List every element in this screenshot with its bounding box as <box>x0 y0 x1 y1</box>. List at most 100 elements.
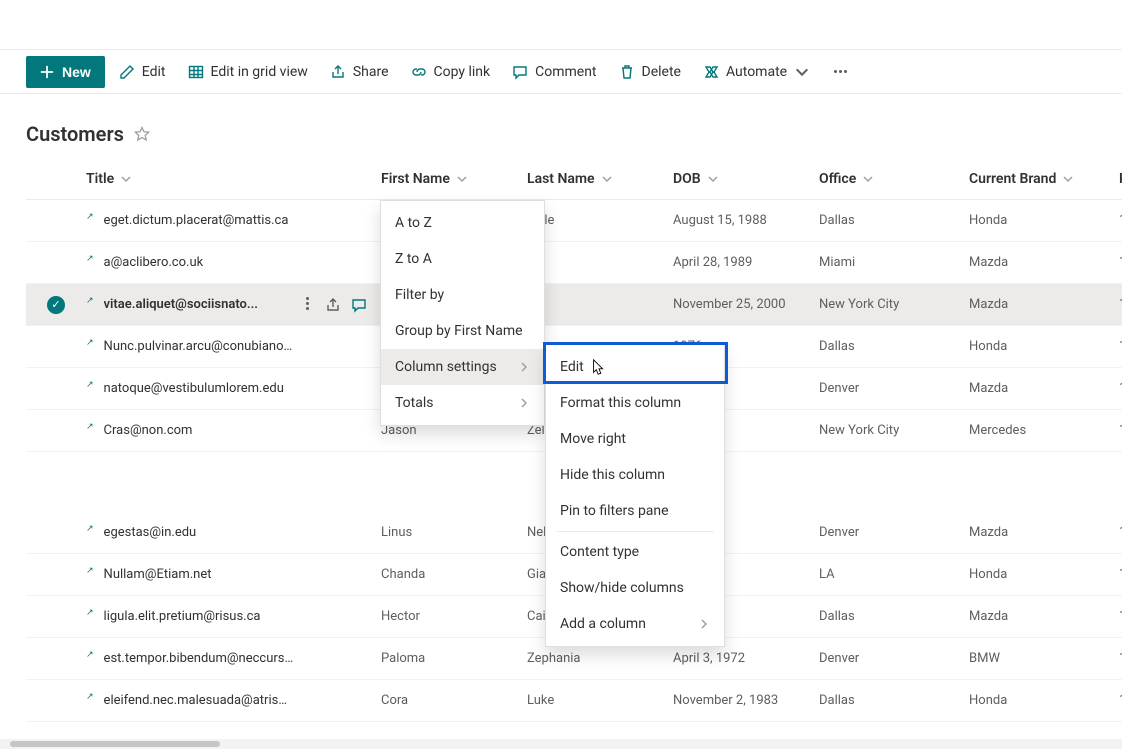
comment-label: Comment <box>535 64 596 80</box>
comment-icon <box>512 64 528 80</box>
title-text: Nunc.pulvinar.arcu@conubianostraper.edu <box>104 339 294 354</box>
menu-totals[interactable]: Totals <box>381 385 544 421</box>
cell-office: Denver <box>819 381 969 396</box>
link-indicator-icon: ↗ <box>86 380 94 390</box>
title-cell[interactable]: ↗est.tempor.bibendum@neccursusa.com <box>86 651 381 666</box>
share-button[interactable]: Share <box>322 56 397 88</box>
cell-office: Denver <box>819 525 969 540</box>
table-row[interactable]: ↗eget.dictum.placerat@mattis.ca belleAugu… <box>26 200 1122 242</box>
share-label: Share <box>353 64 389 80</box>
menu-column-settings[interactable]: Column settings <box>381 349 544 385</box>
title-cell[interactable]: ↗eget.dictum.placerat@mattis.ca <box>86 213 381 228</box>
more-icon[interactable] <box>299 297 315 313</box>
title-cell[interactable]: ↗ ligula.elit.pretium@risus.ca <box>86 609 381 624</box>
title-text: ligula.elit.pretium@risus.ca <box>104 609 261 624</box>
delete-button[interactable]: Delete <box>611 56 689 88</box>
menu-filter-by[interactable]: Filter by <box>381 277 544 313</box>
title-text: eleifend.nec.malesuada@atrisus.ca <box>104 693 294 708</box>
cell-office: New York City <box>819 423 969 438</box>
automate-button[interactable]: Automate <box>695 56 818 88</box>
column-header-brand[interactable]: Current Brand <box>969 163 1119 195</box>
cell-last: ith <box>527 255 673 270</box>
menu-z-to-a[interactable]: Z to A <box>381 241 544 277</box>
title-text: Nullam@Etiam.net <box>104 567 212 582</box>
menu-a-to-z[interactable]: A to Z <box>381 205 544 241</box>
row-selector[interactable]: ✓ <box>26 296 86 314</box>
title-cell[interactable]: ↗eleifend.nec.malesuada@atrisus.ca <box>86 693 381 708</box>
chevron-down-icon <box>120 173 132 185</box>
cell-dob: August 15, 1988 <box>673 213 819 228</box>
edit-button[interactable]: Edit <box>111 56 174 88</box>
column-header-last-name[interactable]: Last Name <box>527 163 673 195</box>
chevron-right-icon <box>518 397 530 409</box>
command-bar: New Edit Edit in grid view Share Copy li… <box>0 50 1122 94</box>
column-header-label: Title <box>86 171 114 187</box>
title-cell[interactable]: ↗Nunc.pulvinar.arcu@conubianostraper.edu <box>86 339 381 354</box>
link-icon <box>411 64 427 80</box>
menu-group-by[interactable]: Group by First Name <box>381 313 544 349</box>
column-header-label: Current Brand <box>969 171 1056 187</box>
cell-first: Hector <box>381 609 527 624</box>
copy-link-button[interactable]: Copy link <box>403 56 499 88</box>
title-cell[interactable]: ↗vitae.aliquet@sociisnato... <box>86 297 381 313</box>
title-cell[interactable]: ↗a@aclibero.co.uk <box>86 255 381 270</box>
list: Title First Name Last Name DOB Office Cu… <box>0 158 1122 722</box>
flow-icon <box>703 64 719 80</box>
table-row[interactable]: ↗eleifend.nec.malesuada@atrisus.caCoraLu… <box>26 680 1122 722</box>
link-indicator-icon: ↗ <box>86 422 94 432</box>
column-header-first-name[interactable]: First Name <box>381 163 527 195</box>
cell-brand: Mazda <box>969 525 1119 540</box>
link-indicator-icon: ↗ <box>86 296 94 306</box>
cell-brand: Honda <box>969 567 1119 582</box>
chevron-down-icon <box>601 173 613 185</box>
ellipsis-icon <box>830 64 851 80</box>
column-header-label: Last Name <box>527 171 595 187</box>
table-row[interactable]: ↗a@aclibero.co.ukithApril 28, 1989MiamiM… <box>26 242 1122 284</box>
share-icon[interactable] <box>325 297 341 313</box>
link-indicator-icon: ↗ <box>86 524 94 534</box>
title-cell[interactable]: ↗natoque@vestibulumlorem.edu <box>86 381 381 396</box>
column-header-office[interactable]: Office <box>819 163 969 195</box>
cell-office: Dallas <box>819 339 969 354</box>
submenu-content-type[interactable]: Content type <box>546 534 724 570</box>
cell-brand: Mazda <box>969 381 1119 396</box>
submenu-format[interactable]: Format this column <box>546 385 724 421</box>
submenu-move-right[interactable]: Move right <box>546 421 724 457</box>
title-cell[interactable]: ↗Nullam@Etiam.net <box>86 567 381 582</box>
new-button-label: New <box>62 64 91 80</box>
submenu-edit[interactable]: Edit <box>546 349 724 385</box>
cell-brand: Mazda <box>969 297 1119 312</box>
link-indicator-icon: ↗ <box>86 608 94 618</box>
column-header-title[interactable]: Title <box>86 163 381 195</box>
cell-brand: Honda <box>969 693 1119 708</box>
comment-icon[interactable] <box>351 297 367 313</box>
submenu-add[interactable]: Add a column <box>546 606 724 642</box>
overflow-button[interactable] <box>824 56 857 88</box>
submenu-hide[interactable]: Hide this column <box>546 457 724 493</box>
submenu-show-hide[interactable]: Show/hide columns <box>546 570 724 606</box>
cell-brand: Mazda <box>969 255 1119 270</box>
cell-dob: November 2, 1983 <box>673 693 819 708</box>
table-row[interactable]: ✓↗vitae.aliquet@sociisnato...ithNovember… <box>26 284 1122 326</box>
cell-last: belle <box>527 213 673 228</box>
cell-dob: April 3, 1972 <box>673 651 819 666</box>
cell-office: Dallas <box>819 609 969 624</box>
title-cell[interactable]: ↗egestas@in.edu <box>86 525 381 540</box>
scrollbar-thumb[interactable] <box>10 741 220 747</box>
horizontal-scrollbar[interactable] <box>0 739 1122 749</box>
cell-last: Zephania <box>527 651 673 666</box>
column-header-label: DOB <box>673 171 701 187</box>
star-icon[interactable] <box>134 126 150 142</box>
comment-button[interactable]: Comment <box>504 56 604 88</box>
chevron-down-icon <box>1062 173 1074 185</box>
title-cell[interactable]: ↗Cras@non.com <box>86 423 381 438</box>
new-button[interactable]: New <box>26 56 105 88</box>
link-indicator-icon: ↗ <box>86 650 94 660</box>
submenu-pin[interactable]: Pin to filters pane <box>546 493 724 529</box>
column-header-dob[interactable]: DOB <box>673 163 819 195</box>
check-icon: ✓ <box>47 296 65 314</box>
grid-icon <box>188 64 204 80</box>
edit-grid-button[interactable]: Edit in grid view <box>180 56 316 88</box>
divider <box>556 531 714 532</box>
page-header: Customers <box>0 94 1122 158</box>
